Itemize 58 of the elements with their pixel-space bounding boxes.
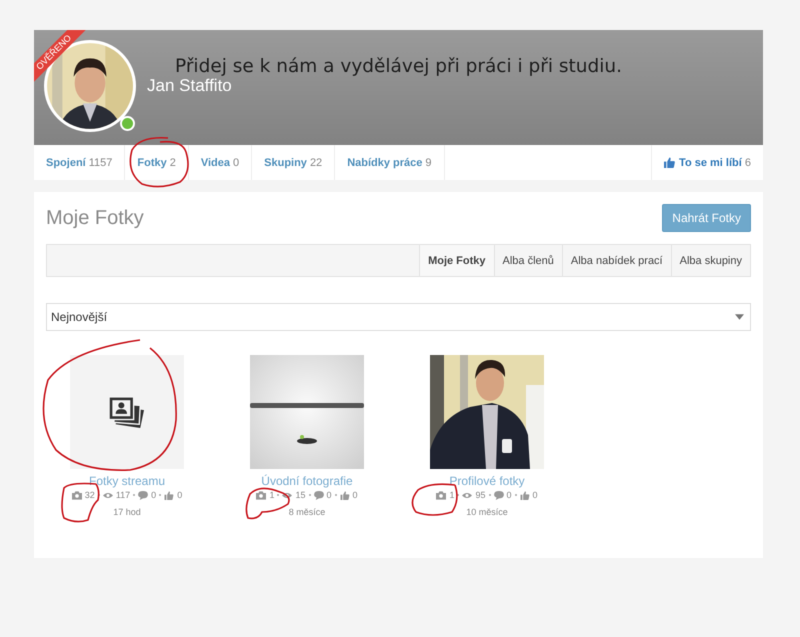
thumbs-up-icon — [520, 490, 530, 500]
album-age: 10 měsíce — [466, 507, 508, 517]
camera-icon — [436, 490, 446, 500]
photo-stack-icon — [108, 395, 146, 429]
album-age: 8 měsíce — [288, 507, 326, 517]
like-count: 0 — [177, 490, 182, 500]
profile-name: Jan Staffito — [147, 76, 232, 96]
album-tab[interactable]: Alba skupiny — [670, 245, 750, 276]
comment-count: 0 — [151, 490, 156, 500]
profile-tab[interactable]: Nabídky práce 9 — [335, 145, 445, 180]
comment-count: 0 — [506, 490, 512, 500]
caret-icon — [735, 314, 744, 320]
camera-icon — [72, 490, 82, 500]
thumbs-up-icon — [664, 157, 676, 168]
view-count: 15 — [295, 490, 306, 500]
comment-icon — [138, 490, 148, 500]
annotation-loop — [246, 488, 290, 520]
separator-dot — [457, 494, 460, 496]
thumbs-up-icon — [164, 490, 174, 500]
album-tab[interactable]: Alba členů — [494, 245, 562, 276]
album-thumbnail[interactable] — [70, 355, 184, 469]
separator-dot — [308, 494, 310, 496]
separator-dot — [514, 494, 517, 496]
like-count: 0 — [532, 490, 538, 500]
album-tab[interactable]: Alba nabídek prací — [562, 245, 671, 276]
photo-count: 1 — [449, 490, 454, 500]
sort-select[interactable]: Nejnovější — [46, 303, 751, 331]
separator-dot — [334, 494, 337, 496]
profile-tab[interactable]: Fotky 2 — [125, 145, 189, 180]
view-count: 95 — [475, 490, 486, 500]
photo-count: 32 — [84, 490, 95, 500]
like-link[interactable]: To se mi líbí 6 — [651, 145, 763, 180]
profile-tab[interactable]: Videa 0 — [188, 145, 252, 180]
eye-icon — [462, 490, 472, 500]
comment-icon — [494, 490, 504, 500]
photo-count: 1 — [269, 490, 274, 500]
comment-count: 0 — [326, 490, 332, 500]
profile-tab[interactable]: Spojení 1157 — [34, 145, 126, 180]
like-count: 0 — [352, 490, 358, 500]
separator-dot — [488, 494, 490, 496]
album-title-link[interactable]: Úvodní fotografie — [261, 474, 353, 488]
separator-dot — [277, 494, 280, 496]
album-age: 17 hod — [113, 507, 141, 517]
profile-tab[interactable]: Skupiny 22 — [252, 145, 336, 180]
album-title-link[interactable]: Fotky streamu — [88, 474, 166, 488]
cover-slogan: Přidej se k nám a vydělávej při práci i při studiu. — [175, 56, 622, 77]
camera-icon — [256, 490, 266, 500]
annotation-loop — [130, 136, 189, 188]
album-title-link[interactable]: Profilové fotky — [449, 474, 525, 488]
upload-button[interactable]: Nahrát Fotky — [662, 204, 751, 232]
view-count: 117 — [116, 490, 130, 500]
thumbs-up-icon — [340, 490, 350, 500]
separator-dot — [133, 494, 136, 496]
separator-dot — [159, 494, 162, 496]
section-title: Moje Fotky — [46, 206, 144, 230]
eye-icon — [102, 490, 113, 500]
comment-icon — [314, 490, 324, 500]
eye-icon — [282, 490, 292, 500]
